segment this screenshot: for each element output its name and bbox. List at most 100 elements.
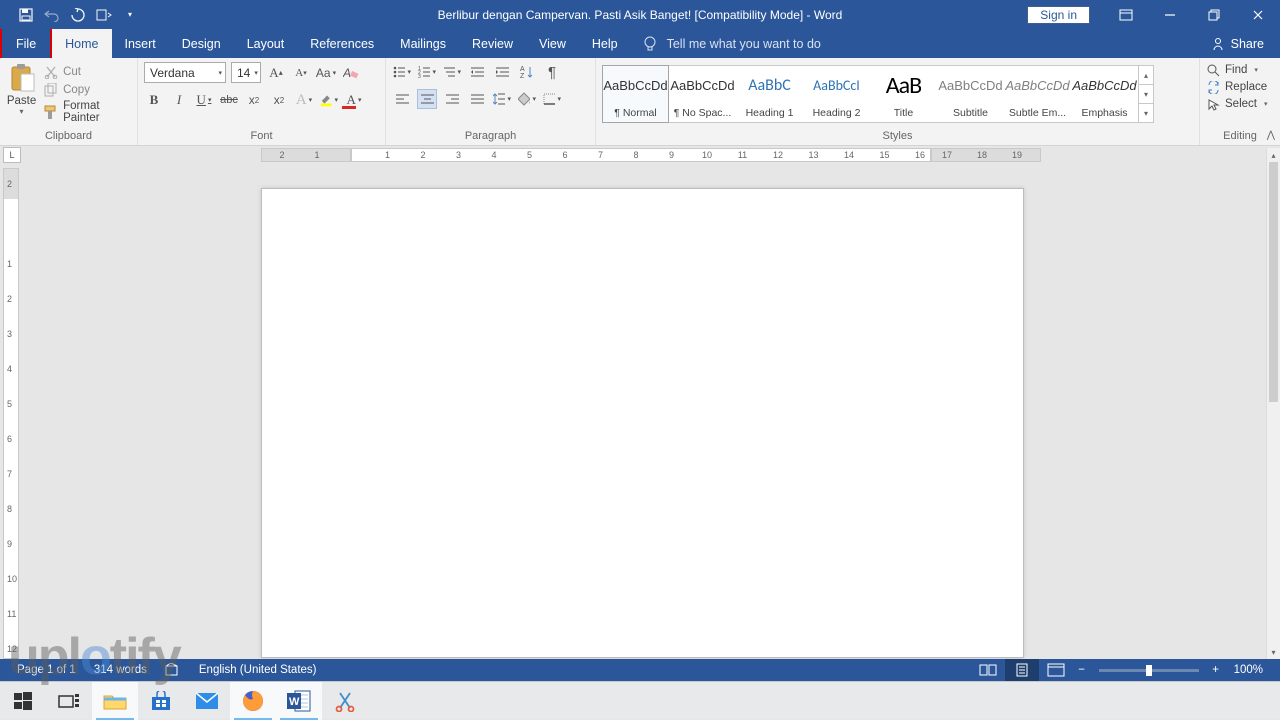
web-layout-button[interactable] <box>1039 659 1073 681</box>
gallery-scroll[interactable]: ▴▾▾ <box>1138 66 1153 122</box>
multilevel-list-button[interactable] <box>442 62 462 82</box>
tab-file[interactable]: File <box>0 29 52 58</box>
tab-review[interactable]: Review <box>459 29 526 58</box>
style-item[interactable]: AaBTitle <box>870 66 937 122</box>
scroll-up-icon[interactable]: ▴ <box>1267 148 1280 162</box>
italic-button[interactable]: I <box>169 90 189 110</box>
share-button[interactable]: Share <box>1195 29 1280 58</box>
tab-design[interactable]: Design <box>169 29 234 58</box>
show-marks-button[interactable]: ¶ <box>542 62 562 82</box>
font-size-combo[interactable]: 14▾ <box>231 62 261 83</box>
document-area: 1234567891011122 <box>0 168 1266 659</box>
zoom-level[interactable]: 100% <box>1225 664 1272 676</box>
print-layout-button[interactable] <box>1005 659 1039 681</box>
style-item[interactable]: AaBbCHeading 1 <box>736 66 803 122</box>
borders-button[interactable] <box>542 89 562 109</box>
decrease-indent-button[interactable] <box>467 62 487 82</box>
mail-taskbar[interactable] <box>184 682 230 720</box>
vertical-ruler[interactable]: 1234567891011122 <box>3 168 19 659</box>
align-right-button[interactable] <box>442 89 462 109</box>
qat-more-icon[interactable]: ▾ <box>122 7 138 23</box>
sort-button[interactable]: AZ <box>517 62 537 82</box>
tell-me-search[interactable]: Tell me what you want to do <box>643 29 821 58</box>
scroll-down-icon[interactable]: ▾ <box>1139 85 1153 104</box>
scrollbar-thumb[interactable] <box>1269 162 1278 402</box>
style-item[interactable]: AaBbCcDdEmphasis <box>1071 66 1138 122</box>
store-taskbar[interactable] <box>138 682 184 720</box>
grow-font-button[interactable]: A▴ <box>266 63 286 83</box>
font-color-button[interactable]: A <box>344 90 364 110</box>
bullets-button[interactable] <box>392 62 412 82</box>
replace-button[interactable]: Replace <box>1206 80 1267 94</box>
save-icon[interactable] <box>18 7 34 23</box>
vertical-scrollbar[interactable]: ▴ ▾ <box>1266 148 1280 659</box>
style-item[interactable]: AaBbCcDd¶ No Spac... <box>669 66 736 122</box>
task-view-button[interactable] <box>46 682 92 720</box>
strikethrough-button[interactable]: abc <box>219 90 239 110</box>
numbering-button[interactable]: 123 <box>417 62 437 82</box>
style-preview: AaBbCcDd <box>938 70 1002 100</box>
start-button[interactable] <box>0 682 46 720</box>
sign-in-button[interactable]: Sign in <box>1027 6 1090 24</box>
tab-selector[interactable]: L <box>3 147 21 163</box>
zoom-in-button[interactable]: + <box>1207 664 1225 676</box>
tab-mailings[interactable]: Mailings <box>387 29 459 58</box>
style-item[interactable]: AaBbCcDdSubtle Em... <box>1004 66 1071 122</box>
underline-button[interactable]: U <box>194 90 214 110</box>
gallery-more-icon[interactable]: ▾ <box>1139 104 1153 122</box>
minimize-icon[interactable] <box>1148 0 1192 29</box>
paste-button[interactable]: Paste ▾ <box>6 62 37 116</box>
shrink-font-button[interactable]: A▾ <box>291 63 311 83</box>
tab-layout[interactable]: Layout <box>234 29 298 58</box>
firefox-taskbar[interactable] <box>230 682 276 720</box>
zoom-slider-thumb[interactable] <box>1146 665 1152 676</box>
read-mode-button[interactable] <box>971 659 1005 681</box>
line-spacing-button[interactable] <box>492 89 512 109</box>
highlight-button[interactable] <box>319 90 339 110</box>
close-icon[interactable] <box>1236 0 1280 29</box>
change-case-button[interactable]: Aa <box>316 63 336 83</box>
ribbon-display-icon[interactable] <box>1104 0 1148 29</box>
snip-taskbar[interactable] <box>322 682 368 720</box>
style-item[interactable]: AaBbCcDd¶ Normal <box>602 65 669 123</box>
text-effects-button[interactable]: A <box>294 90 314 110</box>
cut-button[interactable]: Cut <box>43 64 131 79</box>
superscript-button[interactable]: x2 <box>269 90 289 110</box>
increase-indent-button[interactable] <box>492 62 512 82</box>
copy-button[interactable]: Copy <box>43 82 131 97</box>
zoom-slider[interactable] <box>1099 669 1199 672</box>
bold-button[interactable]: B <box>144 90 164 110</box>
select-button[interactable]: Select ▾ <box>1206 97 1267 111</box>
align-center-button[interactable] <box>417 89 437 109</box>
subscript-button[interactable]: x2 <box>244 90 264 110</box>
file-explorer-taskbar[interactable] <box>92 682 138 720</box>
tab-home[interactable]: Home <box>52 29 111 58</box>
align-left-button[interactable] <box>392 89 412 109</box>
style-item[interactable]: AaBbCcIHeading 2 <box>803 66 870 122</box>
tab-help[interactable]: Help <box>579 29 631 58</box>
touch-mode-icon[interactable] <box>96 7 112 23</box>
shading-button[interactable] <box>517 89 537 109</box>
undo-icon[interactable] <box>44 7 60 23</box>
zoom-out-button[interactable]: − <box>1073 664 1091 676</box>
tab-insert[interactable]: Insert <box>112 29 169 58</box>
font-name-combo[interactable]: Verdana▾ <box>144 62 226 83</box>
store-icon <box>148 688 174 714</box>
clear-formatting-button[interactable]: A <box>341 63 361 83</box>
word-taskbar[interactable]: W <box>276 682 322 720</box>
find-button[interactable]: Find ▾ <box>1206 63 1267 77</box>
format-painter-button[interactable]: Format Painter <box>43 100 131 124</box>
horizontal-ruler[interactable]: 2112345678910111213141516171819 <box>261 148 1041 162</box>
justify-button[interactable] <box>467 89 487 109</box>
tab-references[interactable]: References <box>297 29 387 58</box>
scroll-up-icon[interactable]: ▴ <box>1139 66 1153 85</box>
collapse-ribbon-icon[interactable]: ⋀ <box>1267 130 1275 141</box>
style-item[interactable]: AaBbCcDdSubtitle <box>937 66 1004 122</box>
repeat-icon[interactable] <box>70 7 86 23</box>
scroll-down-icon[interactable]: ▾ <box>1267 645 1280 659</box>
tab-view[interactable]: View <box>526 29 579 58</box>
language-status[interactable]: English (United States) <box>190 664 326 676</box>
maximize-icon[interactable] <box>1192 0 1236 29</box>
styles-gallery[interactable]: AaBbCcDd¶ NormalAaBbCcDd¶ No Spac...AaBb… <box>602 65 1154 123</box>
document-page[interactable] <box>261 188 1024 658</box>
